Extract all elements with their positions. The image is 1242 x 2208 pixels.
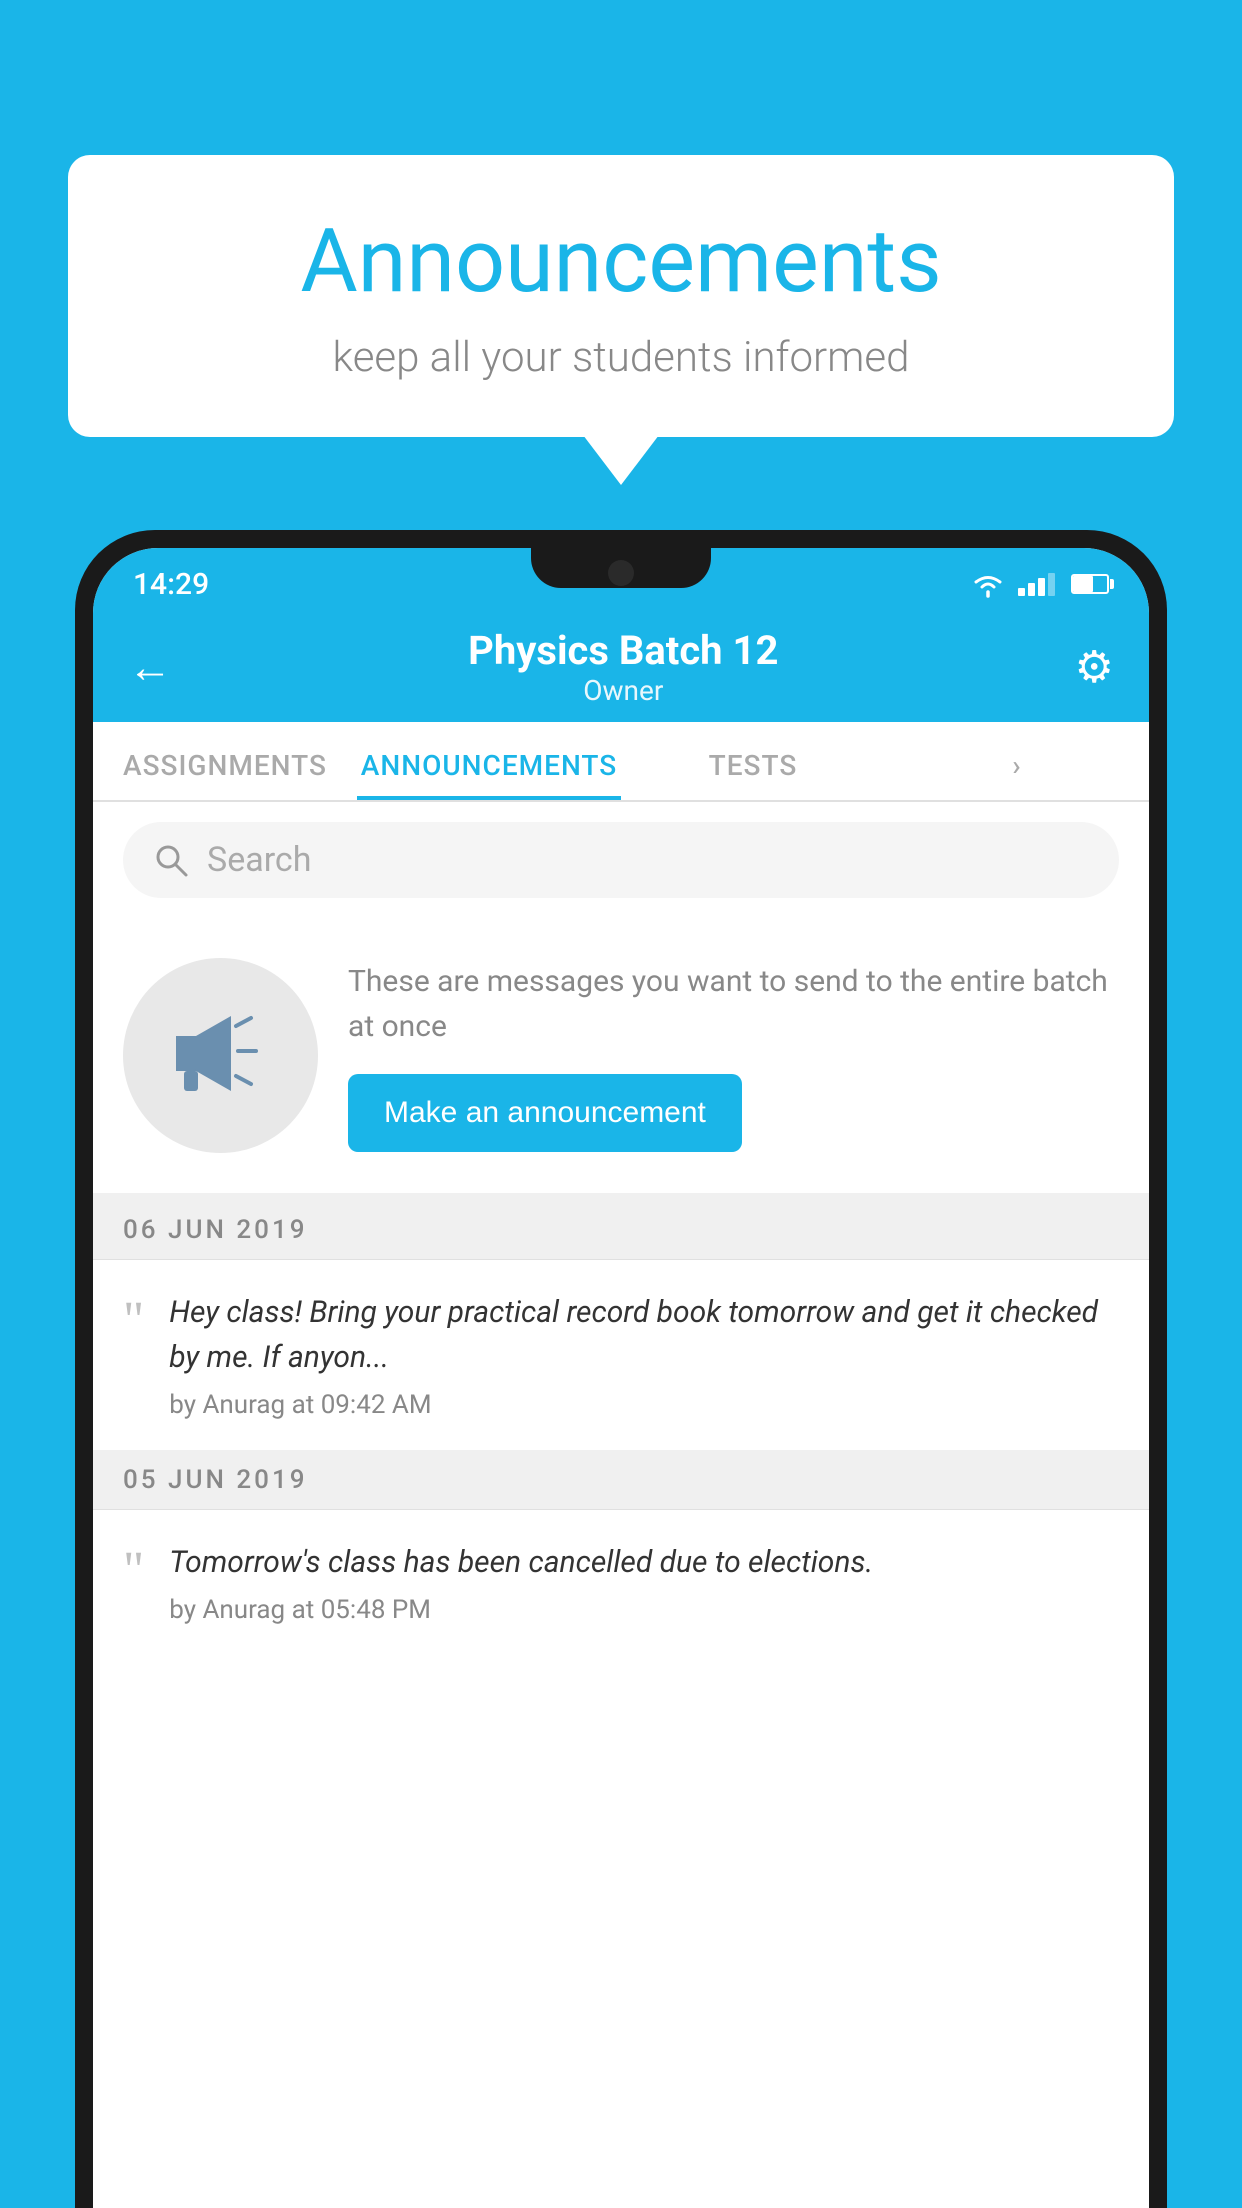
search-bar[interactable]: Search — [123, 822, 1119, 898]
phone-screen: 14:29 — [93, 548, 1149, 2208]
tab-tests[interactable]: TESTS — [621, 749, 885, 800]
announcement-text-1: Hey class! Bring your practical record b… — [169, 1290, 1119, 1380]
app-header: ← Physics Batch 12 Owner ⚙ — [93, 612, 1149, 722]
announcement-author-1: by Anurag at 09:42 AM — [169, 1390, 1119, 1420]
speech-bubble-subtitle: keep all your students informed — [128, 333, 1114, 382]
tab-more[interactable]: › — [885, 749, 1149, 800]
search-placeholder: Search — [207, 840, 311, 880]
announcement-content-1: Hey class! Bring your practical record b… — [169, 1290, 1119, 1420]
announcement-text-2: Tomorrow's class has been cancelled due … — [169, 1540, 1119, 1585]
batch-title: Physics Batch 12 — [468, 627, 778, 674]
batch-role: Owner — [468, 674, 778, 707]
signal-icon — [1018, 572, 1055, 596]
phone-frame: 14:29 — [75, 530, 1167, 2208]
search-icon — [153, 842, 189, 878]
settings-icon[interactable]: ⚙ — [1075, 641, 1114, 693]
tab-announcements[interactable]: ANNOUNCEMENTS — [357, 749, 621, 800]
announcement-content-2: Tomorrow's class has been cancelled due … — [169, 1540, 1119, 1625]
status-icons — [970, 570, 1109, 598]
promo-section: These are messages you want to send to t… — [93, 918, 1149, 1201]
speech-bubble: Announcements keep all your students inf… — [68, 155, 1174, 437]
speech-bubble-container: Announcements keep all your students inf… — [68, 155, 1174, 437]
camera — [608, 560, 634, 586]
quote-icon-2: " — [123, 1545, 144, 1597]
promo-content: These are messages you want to send to t… — [348, 959, 1119, 1152]
header-title-section: Physics Batch 12 Owner — [468, 627, 778, 707]
announcement-item-1: " Hey class! Bring your practical record… — [93, 1260, 1149, 1451]
date-separator-2: 05 JUN 2019 — [93, 1451, 1149, 1510]
promo-icon-circle — [123, 958, 318, 1153]
tabs-container: ASSIGNMENTS ANNOUNCEMENTS TESTS › — [93, 722, 1149, 802]
battery-icon — [1071, 574, 1109, 594]
megaphone-icon — [166, 1006, 276, 1106]
announcement-author-2: by Anurag at 05:48 PM — [169, 1595, 1119, 1625]
date-separator-1: 06 JUN 2019 — [93, 1201, 1149, 1260]
status-time: 14:29 — [133, 567, 209, 602]
phone-notch — [531, 548, 711, 588]
wifi-icon — [970, 570, 1006, 598]
back-button[interactable]: ← — [128, 641, 172, 693]
quote-icon-1: " — [123, 1295, 144, 1347]
tab-assignments[interactable]: ASSIGNMENTS — [93, 749, 357, 800]
speech-bubble-title: Announcements — [128, 210, 1114, 313]
phone-outer: 14:29 — [75, 530, 1167, 2208]
announcement-item-2: " Tomorrow's class has been cancelled du… — [93, 1510, 1149, 1655]
make-announcement-button[interactable]: Make an announcement — [348, 1074, 742, 1152]
search-container: Search — [93, 802, 1149, 918]
promo-description: These are messages you want to send to t… — [348, 959, 1119, 1049]
